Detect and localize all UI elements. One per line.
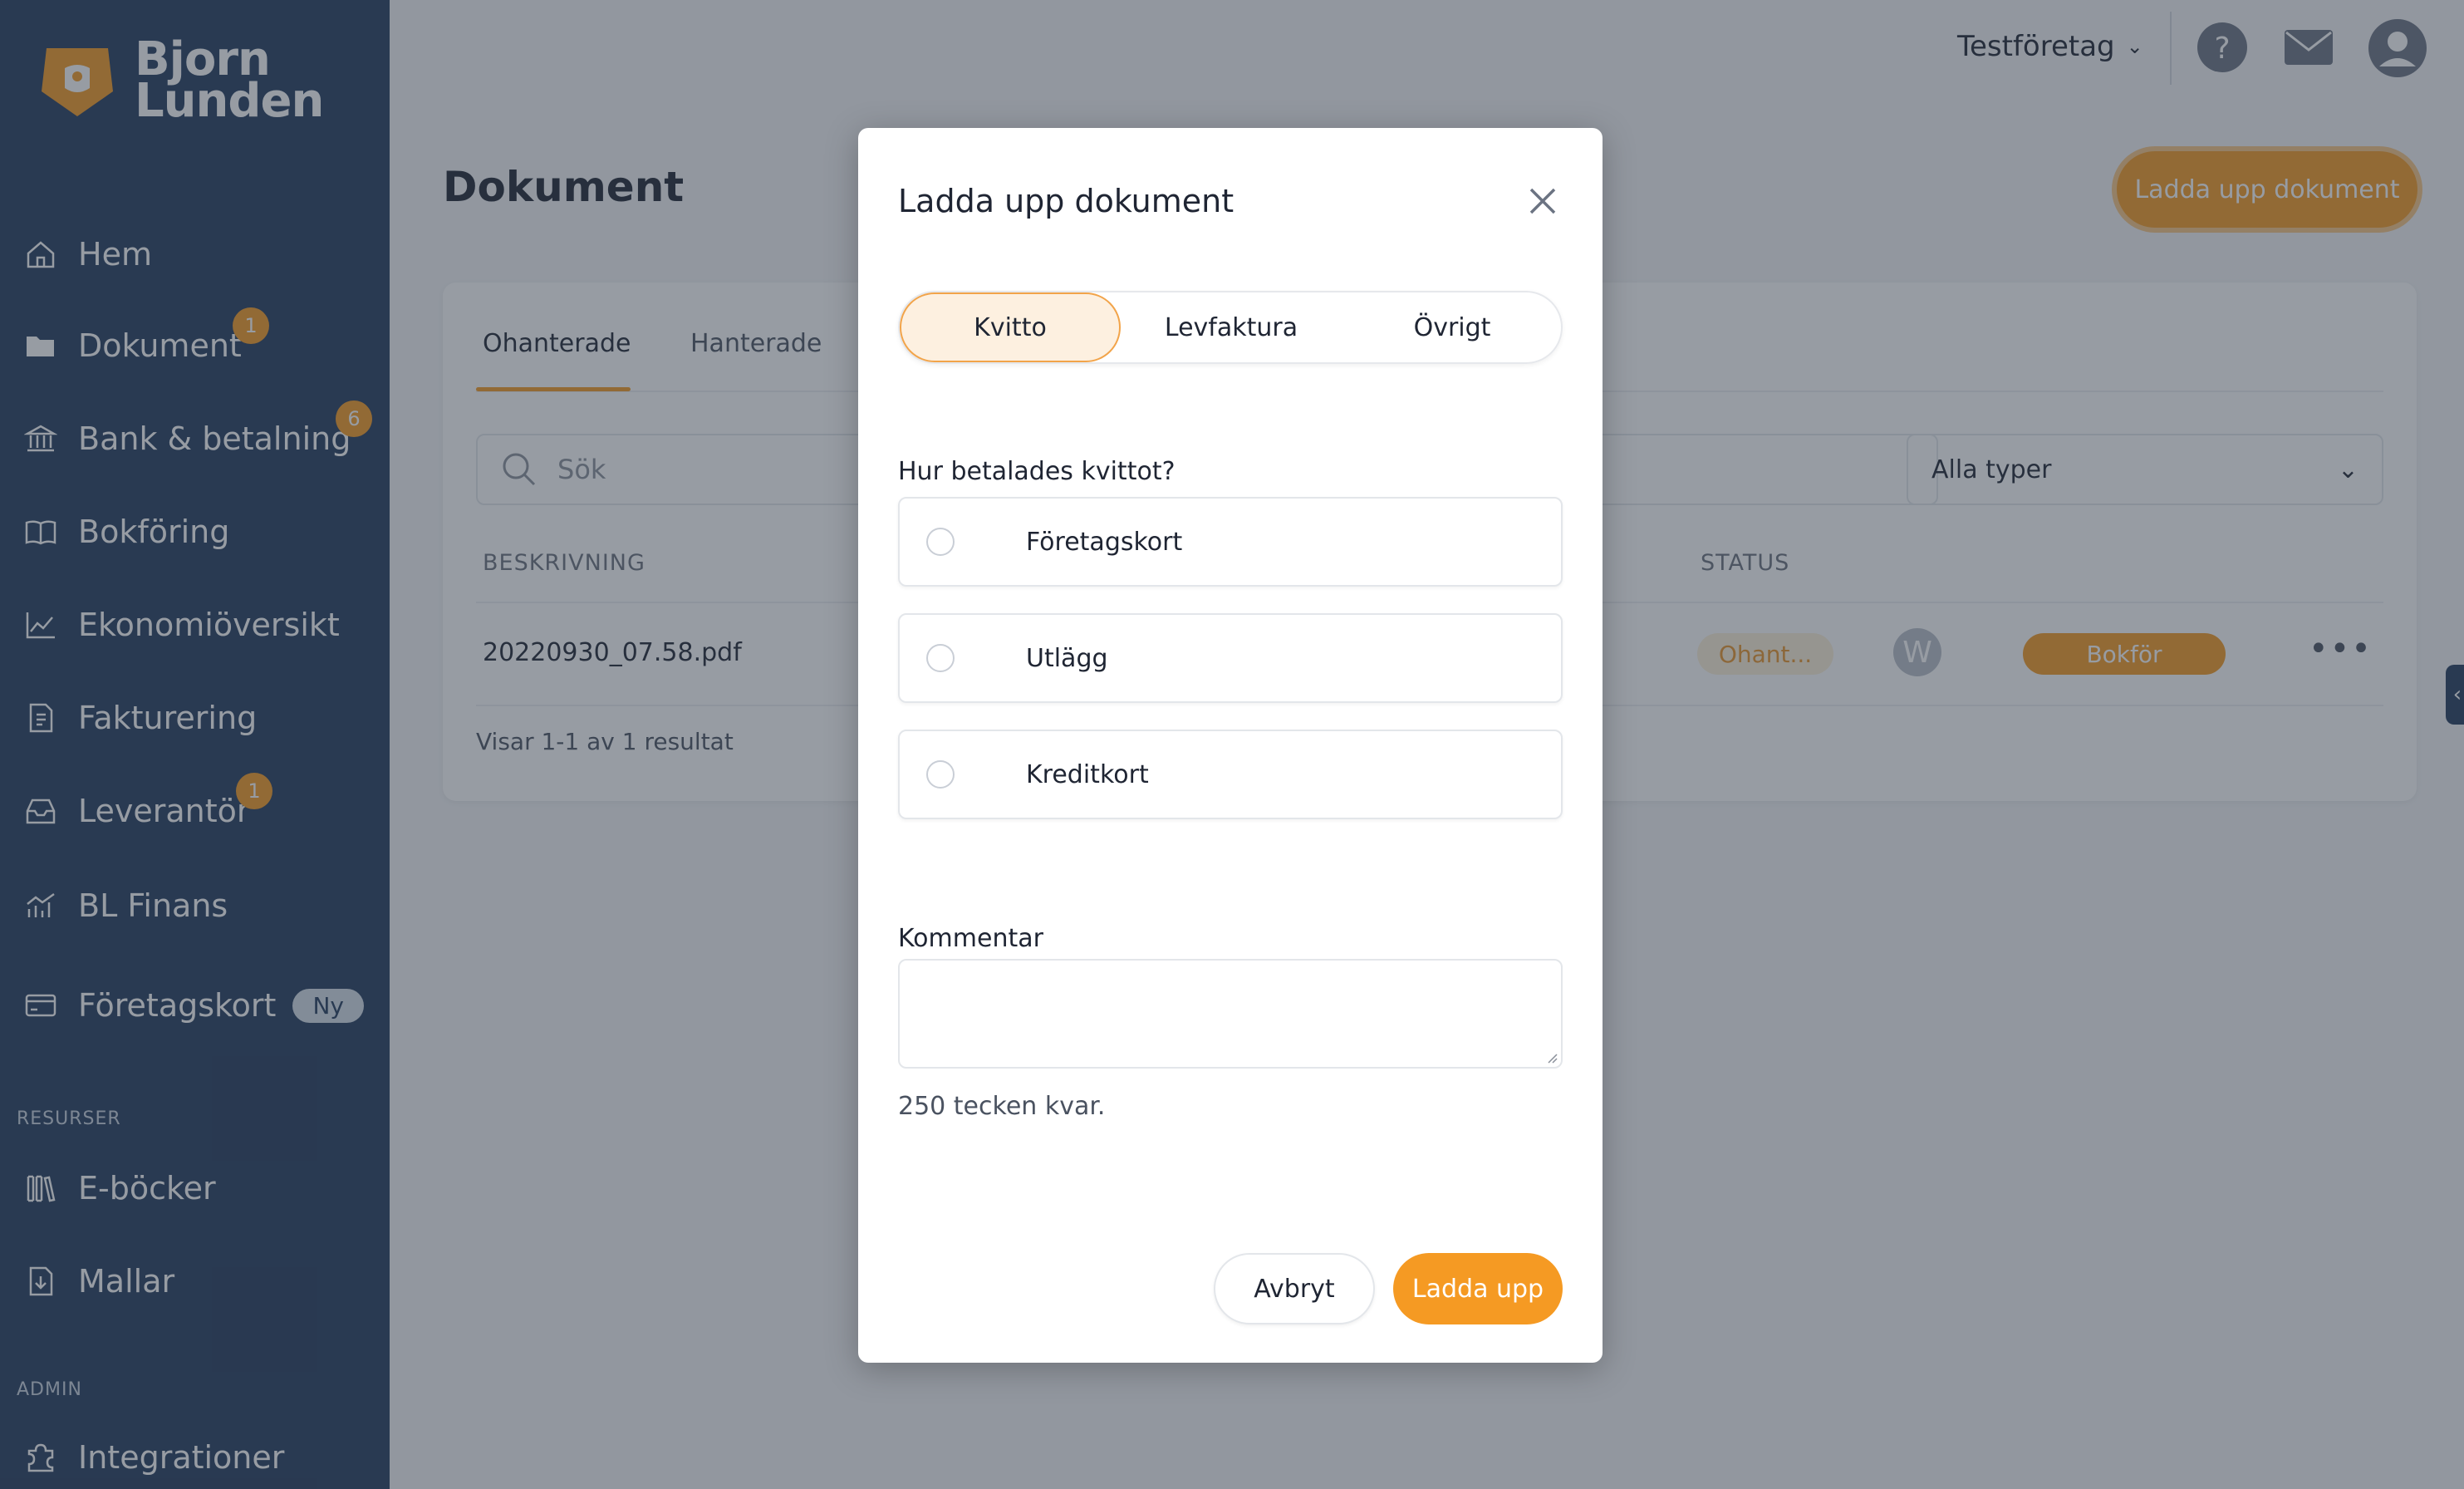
comment-textarea[interactable] xyxy=(898,959,1563,1069)
document-type-selector: Kvitto Levfaktura Övrigt xyxy=(898,291,1563,364)
option-foretagskort[interactable]: Företagskort xyxy=(898,497,1563,587)
comment-label: Kommentar xyxy=(898,924,1043,953)
upload-button[interactable]: Ladda upp xyxy=(1393,1253,1563,1324)
upload-dialog: Ladda upp dokument Kvitto Levfaktura Övr… xyxy=(858,128,1603,1363)
payment-question: Hur betalades kvittot? xyxy=(898,457,1176,486)
resize-grip-icon[interactable] xyxy=(1544,1050,1558,1064)
option-kreditkort[interactable]: Kreditkort xyxy=(898,730,1563,819)
segment-ovrigt[interactable]: Övrigt xyxy=(1342,292,1563,362)
option-label: Kreditkort xyxy=(1026,759,1149,789)
radio-button[interactable] xyxy=(926,760,955,789)
radio-button[interactable] xyxy=(926,528,955,556)
option-label: Företagskort xyxy=(1026,527,1183,557)
segment-kvitto[interactable]: Kvitto xyxy=(900,292,1121,362)
dialog-title: Ladda upp dokument xyxy=(898,183,1234,219)
option-utlagg[interactable]: Utlägg xyxy=(898,613,1563,703)
radio-button[interactable] xyxy=(926,644,955,672)
characters-remaining: 250 tecken kvar. xyxy=(898,1092,1106,1121)
option-label: Utlägg xyxy=(1026,643,1108,673)
close-icon[interactable] xyxy=(1523,181,1563,221)
segment-levfaktura[interactable]: Levfaktura xyxy=(1121,292,1342,362)
cancel-button[interactable]: Avbryt xyxy=(1214,1253,1375,1324)
